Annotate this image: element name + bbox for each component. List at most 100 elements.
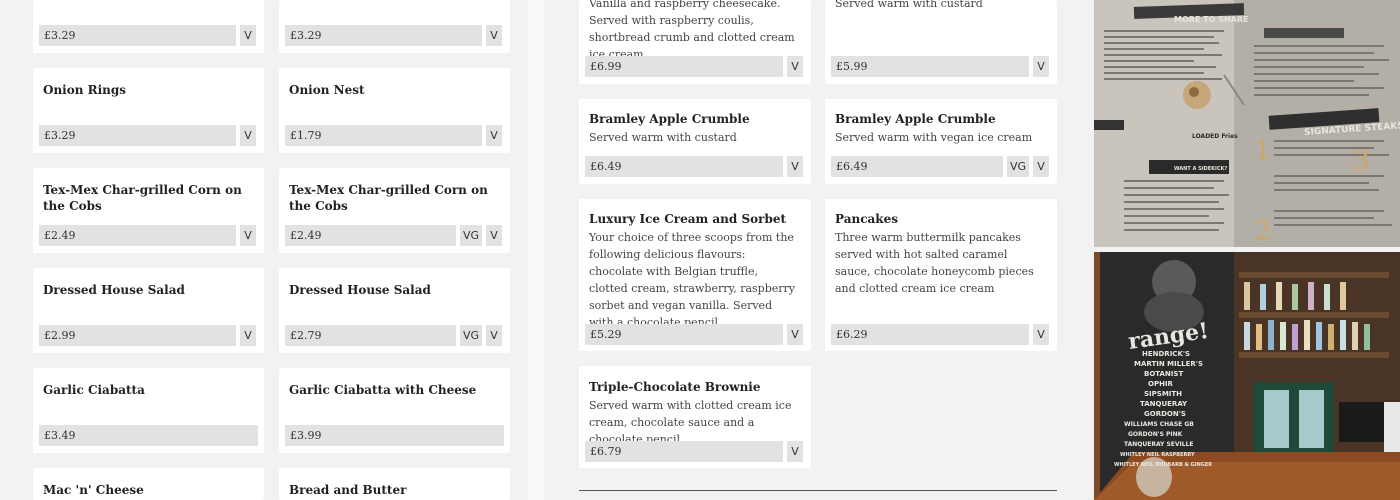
chalkboard-line: GORDON'S PINK xyxy=(1128,431,1183,438)
menu-item-card[interactable]: Dressed House Salad £2.79 VG V xyxy=(279,268,510,353)
menu-item-card[interactable]: £3.29 V xyxy=(279,0,510,53)
item-price: £3.29 xyxy=(39,25,236,46)
menu-item-card[interactable]: Tex-Mex Char-grilled Corn on the Cobs £2… xyxy=(33,168,264,253)
item-price: £5.29 xyxy=(585,324,783,345)
price-row: £3.29 V xyxy=(285,25,502,46)
menu-number-2: 2 xyxy=(1254,214,1272,247)
price-row: £3.29 V xyxy=(39,25,256,46)
price-row: £5.29 V xyxy=(585,324,803,345)
item-price: £2.79 xyxy=(285,325,456,346)
price-row: £2.79 VG V xyxy=(285,325,502,346)
item-price: £3.29 xyxy=(39,125,236,146)
menu-item-card[interactable]: Tex-Mex Char-grilled Corn on the Cobs £2… xyxy=(279,168,510,253)
price-row: £3.29 V xyxy=(39,125,256,146)
item-price: £2.49 xyxy=(39,225,236,246)
vegan-badge: VG xyxy=(459,325,482,346)
bar-photo-image: range! HENDRICK'S MARTIN MILLER'S BOTANI… xyxy=(1094,252,1400,500)
item-price: £6.49 xyxy=(585,156,783,177)
item-price: £3.99 xyxy=(285,425,504,446)
bar-photo[interactable]: range! HENDRICK'S MARTIN MILLER'S BOTANI… xyxy=(1094,252,1400,500)
menu-item-card[interactable]: Bramley Apple Crumble Served warm with c… xyxy=(579,99,811,184)
item-description: Your choice of three scoops from the fol… xyxy=(589,231,795,329)
menu-heading-fries: LOADED Fries xyxy=(1192,133,1238,140)
chalkboard-line: OPHIR xyxy=(1148,380,1174,388)
menu-item-card[interactable]: £3.29 V xyxy=(33,0,264,53)
menu-photo[interactable]: MORE TO SHARE SIGNATURE STEAKS LOADED Fr… xyxy=(1094,0,1400,247)
item-name: Bramley Apple Crumble xyxy=(835,112,996,126)
chalkboard-line: WHITLEY NEIL RHUBARB & GINGER xyxy=(1114,462,1212,468)
item-description: Served warm with custard xyxy=(835,0,983,10)
item-name: Luxury Ice Cream and Sorbet xyxy=(589,212,787,226)
menu-item-card[interactable]: Garlic Ciabatta with Cheese £3.99 xyxy=(279,368,510,453)
price-row: £2.49 V xyxy=(39,225,256,246)
menu-item-card[interactable]: Served warm with custard £5.99 V xyxy=(825,0,1057,84)
vegetarian-badge: V xyxy=(486,325,502,346)
menu-item-card[interactable]: Bread and Butter xyxy=(279,468,510,500)
vegetarian-badge: V xyxy=(787,56,803,77)
item-name: Bread and Butter xyxy=(289,483,407,497)
item-price: £1.79 xyxy=(285,125,482,146)
vegetarian-badge: V xyxy=(486,25,502,46)
item-price: £2.49 xyxy=(285,225,456,246)
item-description: Vanilla and raspberry cheesecake. Served… xyxy=(589,0,795,61)
item-name: Garlic Ciabatta with Cheese xyxy=(289,383,477,397)
chalkboard-line: MARTIN MILLER'S xyxy=(1134,360,1203,368)
price-row: £3.99 xyxy=(285,425,504,446)
item-name: Bramley Apple Crumble xyxy=(589,112,750,126)
menu-item-card[interactable]: Luxury Ice Cream and Sorbet Your choice … xyxy=(579,199,811,351)
menu-item-card[interactable]: Bramley Apple Crumble Served warm with v… xyxy=(825,99,1057,184)
price-row: £1.79 V xyxy=(285,125,502,146)
menu-item-card[interactable]: Triple-Chocolate Brownie Served warm wit… xyxy=(579,366,811,468)
vegetarian-badge: V xyxy=(1033,56,1049,77)
item-price: £2.99 xyxy=(39,325,236,346)
menu-number-1: 1 xyxy=(1254,134,1272,167)
column-divider xyxy=(528,0,544,500)
item-name: Dressed House Salad xyxy=(43,283,185,297)
vegetarian-badge: V xyxy=(1033,156,1049,177)
item-name: Mac 'n' Cheese xyxy=(43,483,144,497)
item-name: Onion Nest xyxy=(289,83,365,97)
item-price: £6.99 xyxy=(585,56,783,77)
vegetarian-badge: V xyxy=(240,225,256,246)
menu-item-card[interactable]: Garlic Ciabatta £3.49 xyxy=(33,368,264,453)
item-price: £3.29 xyxy=(285,25,482,46)
menu-heading-sidekick: WANT A SIDEKICK? xyxy=(1174,166,1227,172)
vegetarian-badge: V xyxy=(486,125,502,146)
item-description: Served warm with vegan ice cream xyxy=(835,131,1033,144)
section-divider xyxy=(579,490,1057,491)
item-price: £3.49 xyxy=(39,425,258,446)
price-row: £6.79 V xyxy=(585,441,803,462)
menu-item-card[interactable]: Pancakes Three warm buttermilk pancakes … xyxy=(825,199,1057,351)
vegetarian-badge: V xyxy=(240,25,256,46)
item-name: Triple-Chocolate Brownie xyxy=(589,380,761,394)
price-row: £2.99 V xyxy=(39,325,256,346)
price-row: £6.29 V xyxy=(831,324,1049,345)
vegetarian-badge: V xyxy=(1033,324,1049,345)
menu-item-card[interactable]: Mac 'n' Cheese xyxy=(33,468,264,500)
chalkboard-line: BOTANIST xyxy=(1144,370,1183,378)
chalkboard-line: TANQUERAY xyxy=(1140,400,1188,408)
item-description: Served warm with custard xyxy=(589,131,737,144)
price-row: £3.49 xyxy=(39,425,258,446)
vegan-badge: VG xyxy=(459,225,482,246)
menu-item-card[interactable]: Vanilla and raspberry cheesecake. Served… xyxy=(579,0,811,84)
chalkboard-line: SIPSMITH xyxy=(1144,390,1182,398)
chalkboard-line: HENDRICK'S xyxy=(1142,350,1190,358)
chalkboard-line: WILLIAMS CHASE GB xyxy=(1124,421,1194,428)
menu-number-3: 3 xyxy=(1352,144,1370,177)
item-name: Onion Rings xyxy=(43,83,127,97)
vegetarian-badge: V xyxy=(240,125,256,146)
item-name: Tex-Mex Char-grilled Corn on the Cobs xyxy=(43,183,242,213)
menu-item-card[interactable]: Onion Rings £3.29 V xyxy=(33,68,264,153)
chalkboard-line: GORDON'S xyxy=(1144,410,1186,418)
price-row: £6.99 V xyxy=(585,56,803,77)
price-row: £6.49 V xyxy=(585,156,803,177)
menu-item-card[interactable]: Onion Nest £1.79 V xyxy=(279,68,510,153)
price-row: £6.49 VG V xyxy=(831,156,1049,177)
vegetarian-badge: V xyxy=(486,225,502,246)
item-name: Pancakes xyxy=(835,212,898,226)
chalkboard-line: WHITLEY NEIL RASPBERRY xyxy=(1120,452,1195,458)
vegetarian-badge: V xyxy=(787,156,803,177)
menu-item-card[interactable]: Dressed House Salad £2.99 V xyxy=(33,268,264,353)
vegan-badge: VG xyxy=(1006,156,1029,177)
